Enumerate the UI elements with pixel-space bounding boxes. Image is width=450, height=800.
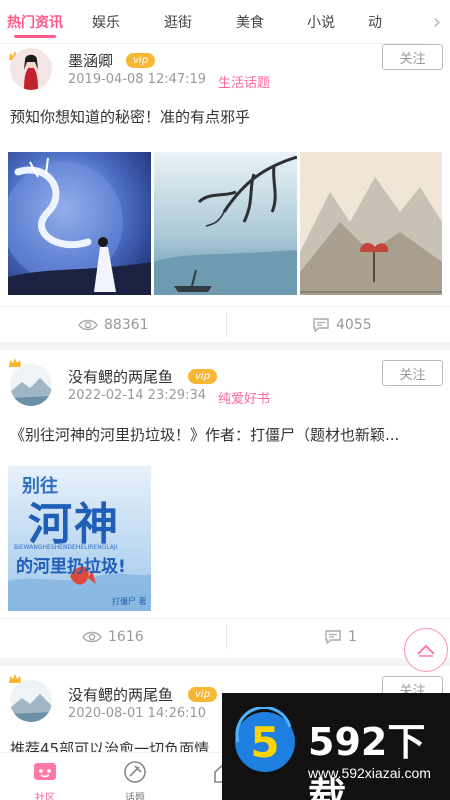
post-separator [0,658,450,666]
vip-badge: vip [188,369,218,384]
site-watermark: 5 592下载 www.592xiazai.com [222,693,450,800]
cover-author: 打僵尸 著 [112,597,147,606]
tab-food[interactable]: 美食 [214,0,286,44]
nav-topic-label: 话题 [125,793,145,800]
post-topic-tag[interactable]: 纯爱好书 [218,388,270,407]
watermark-logo-digit: 5 [250,718,279,767]
post-image-branch[interactable] [154,152,297,295]
post-stats-bar: 88361 4055 [0,306,450,342]
crown-icon [8,670,22,683]
post-username[interactable]: 没有鳃的两尾鱼 [68,684,173,705]
follow-button[interactable]: 关注 [382,44,443,70]
post-image-book-cover[interactable]: 别往 河神 BIEWANGHESHENDEHELIRENGLAJI 的河里扔垃圾… [8,466,151,611]
post-image-mountains[interactable] [300,152,442,295]
comment-count[interactable]: 4055 [312,307,372,343]
comment-icon [313,318,329,333]
vip-badge: vip [126,53,156,68]
cover-title-big: 河神 [28,499,120,550]
comment-count[interactable]: 1 [324,619,357,655]
post-timestamp: 2022-02-14 23:29:34 [68,388,207,403]
view-count-value: 1616 [108,629,144,645]
post-text[interactable]: 《别往河神的河里扔垃圾！》作者：打僵尸（题材也新颖... [10,424,440,445]
nav-community[interactable]: 社区 [10,753,80,800]
view-count: 1616 [82,619,144,655]
crown-icon [8,354,22,367]
post-username[interactable]: 没有鳃的两尾鱼 [68,366,173,387]
post-username[interactable]: 墨涵卿 [68,50,113,71]
topic-icon [124,761,146,783]
post-timestamp: 2019-04-08 12:47:19 [68,72,207,87]
nav-community-label: 社区 [35,793,55,800]
post-card[interactable]: 墨涵卿 vip 2019-04-08 12:47:19 生活话题 关注 预知你想… [0,44,450,344]
comment-count-value: 4055 [336,317,372,333]
post-card[interactable]: 没有鳃的两尾鱼 vip 2022-02-14 23:29:34 纯爱好书 关注 … [0,350,450,658]
tab-entertainment[interactable]: 娱乐 [70,0,142,44]
view-count-value: 88361 [104,317,149,333]
scroll-to-top-button[interactable] [404,628,448,672]
view-count: 88361 [78,307,149,343]
tab-shopping[interactable]: 逛街 [142,0,214,44]
avatar[interactable] [10,364,52,406]
post-image-dragon[interactable] [8,152,151,295]
nav-topic[interactable]: 话题 [100,753,170,800]
comment-icon [325,630,341,645]
category-tab-bar: 热门资讯 娱乐 逛街 美食 小说 动 › [0,0,450,44]
watermark-title: 592下载 [308,720,426,800]
post-separator [0,342,450,350]
avatar[interactable] [10,48,52,90]
post-text[interactable]: 预知你想知道的秘密！准的有点邪乎 [10,106,440,127]
tab-novel[interactable]: 小说 [286,0,356,44]
cover-title-bottom: 的河里扔垃圾! [16,557,126,577]
tab-hot-news[interactable]: 热门资讯 [0,0,70,44]
watermark-url: www.592xiazai.com [308,765,431,781]
cover-pinyin: BIEWANGHESHENDEHELIRENGLAJI [14,544,118,551]
post-stats-bar: 1616 1 [0,618,450,654]
avatar[interactable] [10,680,52,722]
divider [226,625,227,649]
vip-badge: vip [188,687,218,702]
chevron-up-icon [417,644,435,657]
eye-icon [82,631,102,643]
post-topic-tag[interactable]: 生活话题 [218,72,270,91]
community-icon [34,763,56,780]
watermark-logo: 5 [235,707,295,772]
post-timestamp: 2020-08-01 14:26:10 [68,706,207,721]
comment-count-value: 1 [348,629,357,645]
eye-icon [78,319,98,331]
tab-anime[interactable]: 动 [356,0,406,44]
divider [226,313,227,337]
chevron-right-icon[interactable]: › [424,0,450,44]
follow-button[interactable]: 关注 [382,360,443,386]
